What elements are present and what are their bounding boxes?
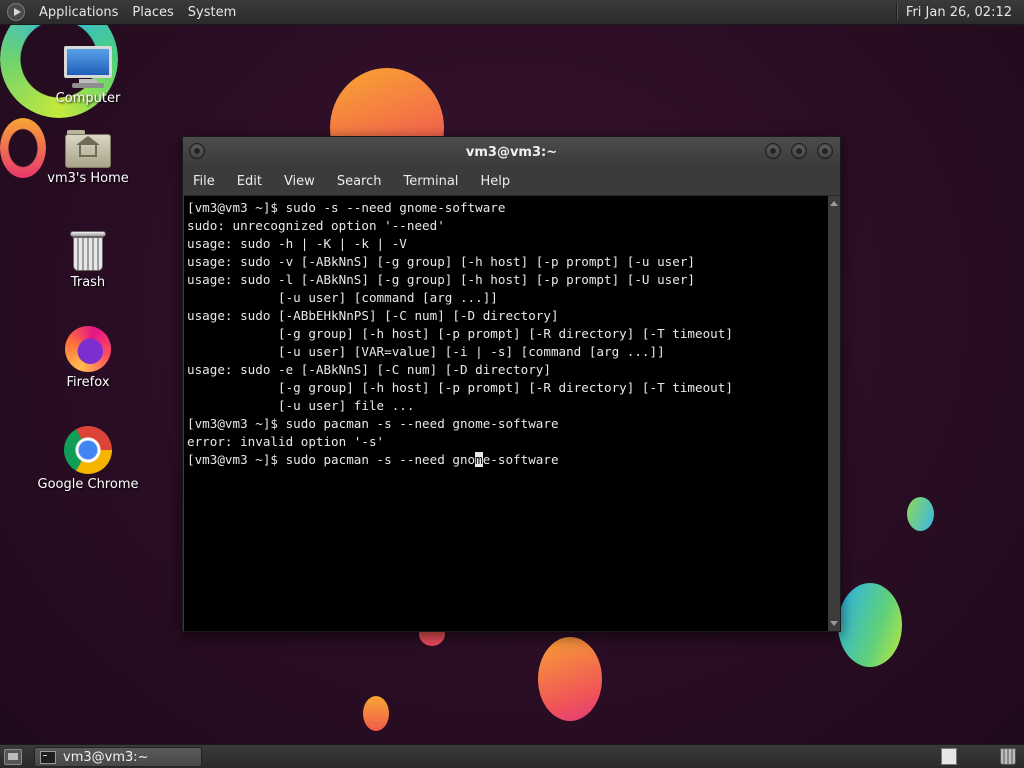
computer-icon xyxy=(64,46,112,88)
terminal-window[interactable]: vm3@vm3:~ File Edit View Search Terminal… xyxy=(182,136,841,632)
menu-terminal[interactable]: Terminal xyxy=(392,174,469,189)
show-desktop-icon[interactable] xyxy=(4,749,22,765)
menu-file[interactable]: File xyxy=(183,174,226,189)
scroll-down-icon[interactable] xyxy=(830,621,838,626)
close-icon[interactable] xyxy=(817,143,833,159)
desktop-icon-firefox[interactable]: Firefox xyxy=(23,326,153,390)
minimize-icon[interactable] xyxy=(765,143,781,159)
distro-logo-icon[interactable] xyxy=(7,3,25,21)
window-title: vm3@vm3:~ xyxy=(465,145,558,160)
panel-separator xyxy=(895,3,898,21)
terminal-line: usage: sudo -e [-ABkNnS] [-C num] [-D di… xyxy=(187,362,551,377)
desktop-icon-chrome[interactable]: Google Chrome xyxy=(23,426,153,492)
terminal-input-line[interactable]: [vm3@vm3 ~]$ sudo pacman -s --need gnome… xyxy=(187,451,828,469)
terminal-line: [-g group] [-h host] [-p prompt] [-R dir… xyxy=(187,326,733,341)
desktop-icon-home[interactable]: vm3's Home xyxy=(23,128,153,186)
taskbar-label: vm3@vm3:~ xyxy=(63,749,149,765)
home-folder-icon xyxy=(65,128,111,168)
terminal-line: usage: sudo -l [-ABkNnS] [-g group] [-h … xyxy=(187,272,695,287)
wallpaper-blob xyxy=(363,696,389,731)
applications-menu[interactable]: Applications xyxy=(32,5,125,20)
window-menu-icon[interactable] xyxy=(189,143,205,159)
menu-view[interactable]: View xyxy=(273,174,326,189)
top-panel: Applications Places System Fri Jan 26, 0… xyxy=(0,0,1024,25)
places-menu[interactable]: Places xyxy=(125,5,180,20)
system-menu[interactable]: System xyxy=(181,5,243,20)
terminal-line: [-u user] file ... xyxy=(187,398,415,413)
wallpaper-blob xyxy=(907,497,934,531)
terminal-line: [-u user] [command [arg ...]] xyxy=(187,290,498,305)
terminal-line: sudo: unrecognized option '--need' xyxy=(187,218,445,233)
desktop-icon-label: Computer xyxy=(55,91,121,106)
window-titlebar[interactable]: vm3@vm3:~ xyxy=(183,137,840,168)
desktop-icon-label: vm3's Home xyxy=(47,171,129,186)
chrome-icon xyxy=(64,426,112,474)
desktop-icon-trash[interactable]: Trash xyxy=(23,228,153,290)
maximize-icon[interactable] xyxy=(791,143,807,159)
workspace-switcher[interactable] xyxy=(941,748,957,765)
trash-icon xyxy=(70,228,106,272)
terminal-line: error: invalid option '-s' xyxy=(187,434,385,449)
terminal-line: usage: sudo -v [-ABkNnS] [-g group] [-h … xyxy=(187,254,695,269)
bottom-panel: vm3@vm3:~ xyxy=(0,744,1024,768)
menu-help[interactable]: Help xyxy=(469,174,521,189)
scroll-up-icon[interactable] xyxy=(830,201,838,206)
prompt-text: [vm3@vm3 ~]$ sudo pacman -s --need gno xyxy=(187,452,476,467)
wallpaper-blob xyxy=(838,583,902,667)
menu-edit[interactable]: Edit xyxy=(226,174,273,189)
firefox-icon xyxy=(65,326,111,372)
text-cursor: m xyxy=(475,452,483,467)
wallpaper-blob xyxy=(538,637,602,721)
terminal-line: [vm3@vm3 ~]$ sudo pacman -s --need gnome… xyxy=(187,416,559,431)
desktop-icon-label: Trash xyxy=(70,275,106,290)
desktop-icon-label: Google Chrome xyxy=(37,477,139,492)
desktop-icon-label: Firefox xyxy=(66,375,110,390)
prompt-text-after-cursor: e-software xyxy=(482,452,559,467)
terminal-icon xyxy=(40,750,56,764)
trash-applet-icon[interactable] xyxy=(1000,748,1016,765)
terminal-line: [-u user] [VAR=value] [-i | -s] [command… xyxy=(187,344,665,359)
terminal-scrollbar[interactable] xyxy=(828,196,840,631)
clock[interactable]: Fri Jan 26, 02:12 xyxy=(906,5,1024,20)
terminal-line: usage: sudo [-ABbEHkNnPS] [-C num] [-D d… xyxy=(187,308,559,323)
menu-search[interactable]: Search xyxy=(326,174,393,189)
terminal-line: [vm3@vm3 ~]$ sudo -s --need gnome-softwa… xyxy=(187,200,506,215)
desktop-icon-computer[interactable]: Computer xyxy=(23,46,153,106)
taskbar-terminal-button[interactable]: vm3@vm3:~ xyxy=(34,747,202,767)
terminal-line: usage: sudo -h | -K | -k | -V xyxy=(187,236,407,251)
terminal-menubar: File Edit View Search Terminal Help xyxy=(183,168,840,196)
terminal-output[interactable]: [vm3@vm3 ~]$ sudo -s --need gnome-softwa… xyxy=(184,196,828,631)
terminal-line: [-g group] [-h host] [-p prompt] [-R dir… xyxy=(187,380,733,395)
